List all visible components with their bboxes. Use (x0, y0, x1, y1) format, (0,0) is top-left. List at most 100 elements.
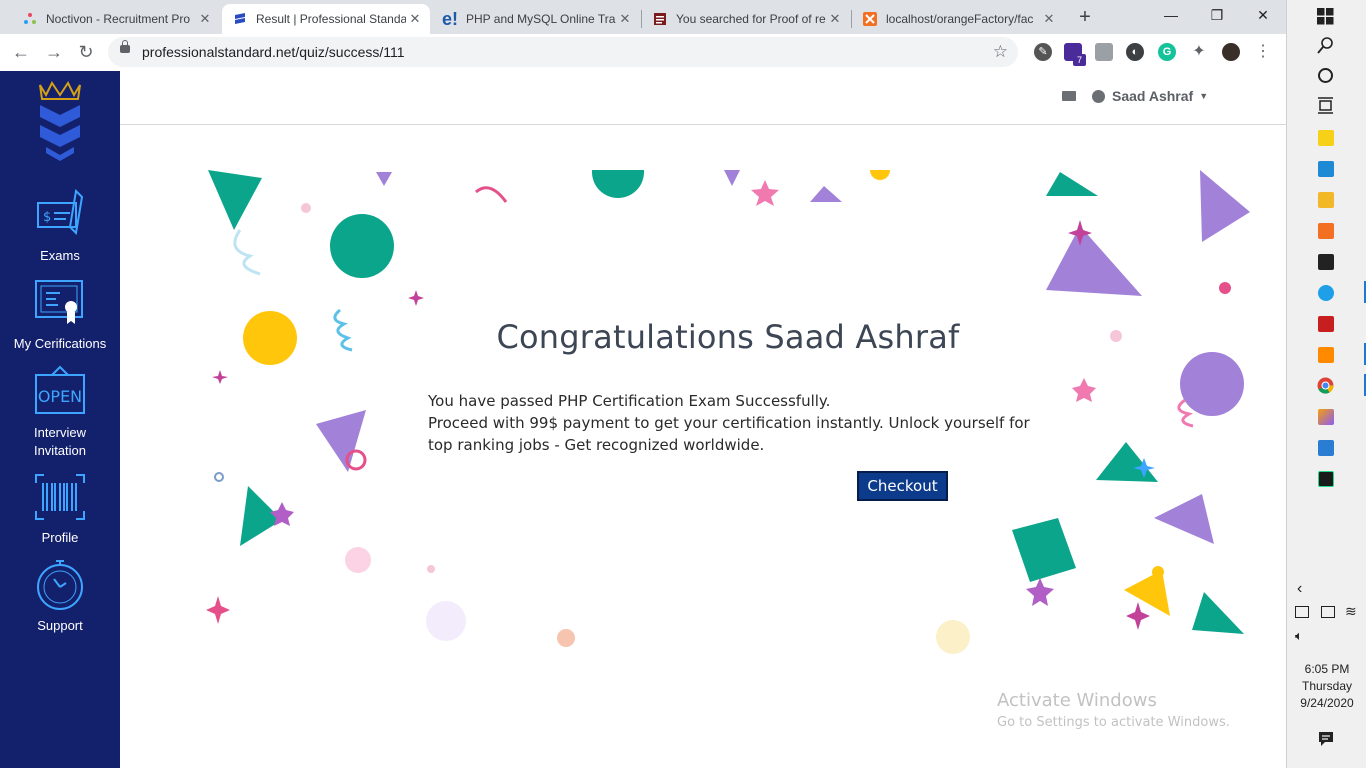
e-icon: e! (442, 8, 459, 29)
avatar[interactable] (1222, 43, 1240, 61)
skype-icon[interactable] (1318, 285, 1334, 301)
site-logo[interactable] (36, 81, 84, 161)
sidebar-item-support[interactable]: Support (0, 559, 120, 633)
close-window-button[interactable]: ✕ (1240, 0, 1286, 30)
user-name: Saad Ashraf (1112, 88, 1194, 104)
windows-start-icon[interactable] (1317, 8, 1334, 25)
pycharm-icon[interactable] (1318, 471, 1334, 487)
professional-standard-icon (232, 11, 248, 27)
file-explorer-icon[interactable] (1318, 192, 1334, 208)
result-message: You have passed PHP Certification Exam S… (428, 390, 1048, 456)
close-tab-icon[interactable]: ✕ (406, 11, 424, 27)
noctivon-icon (22, 11, 38, 27)
network-tray-icon[interactable] (1295, 606, 1309, 618)
sidebar-item-my-certifications[interactable]: My Cerifications (0, 277, 120, 351)
watermark-title: Activate Windows (997, 690, 1157, 711)
clock-day[interactable]: Thursday (1287, 678, 1366, 695)
grammarly-icon[interactable]: G (1158, 43, 1176, 61)
chrome-icon[interactable] (1317, 377, 1334, 394)
sidebar-item-label: Support (37, 618, 83, 633)
lock-icon (120, 40, 130, 53)
vscode-icon[interactable] (1318, 161, 1334, 177)
sidebar-item-interview-invitation[interactable]: OPEN Interview Invitation (0, 365, 120, 460)
caret-down-icon: ▼ (1199, 91, 1209, 101)
dark-mode-extension-icon[interactable]: ◐ (1126, 43, 1144, 61)
pass-message: You have passed PHP Certification Exam S… (428, 392, 831, 410)
tab-noctivon[interactable]: Noctivon - Recruitment Pro ✕ (12, 4, 220, 34)
close-tab-icon[interactable]: ✕ (616, 11, 634, 27)
browser-tab-strip: Noctivon - Recruitment Pro ✕ Result | Pr… (0, 0, 1286, 34)
activate-windows-watermark: Activate Windows Go to Settings to activ… (997, 690, 1230, 730)
volume-icon[interactable]: 🔈︎ (1295, 628, 1303, 644)
sticky-notes-icon[interactable] (1318, 130, 1334, 146)
cortana-icon[interactable] (1317, 67, 1334, 84)
tab-title: Result | Professional Standa (256, 12, 406, 26)
barcode-icon (35, 474, 85, 520)
camera-extension-icon[interactable] (1095, 43, 1113, 61)
chevron-left-icon[interactable]: ‹ (1297, 580, 1302, 598)
tab-localhost[interactable]: localhost/orangeFactory/fac ✕ (852, 4, 1064, 34)
app-icon[interactable] (1318, 409, 1334, 425)
url-text: professionalstandard.net/quiz/success/11… (142, 44, 405, 60)
notifications-icon[interactable] (1318, 731, 1334, 747)
battery-tray-icon[interactable] (1321, 606, 1335, 618)
task-view-icon[interactable] (1317, 97, 1334, 114)
open-sign-text: OPEN (38, 387, 82, 406)
tab-title: PHP and MySQL Online Trai (466, 12, 616, 26)
svg-text:$: $ (43, 210, 51, 225)
payment-message: Proceed with 99$ payment to get your cer… (428, 414, 1030, 454)
back-button[interactable]: ← (9, 40, 33, 64)
sidebar: $ Exams My Cerifications OPEN Interview … (0, 71, 120, 768)
color-picker-extension-icon[interactable]: ✎ (1034, 43, 1052, 61)
close-tab-icon[interactable]: ✕ (826, 11, 844, 27)
top-bar: Saad Ashraf ▼ (120, 71, 1286, 125)
extensions-puzzle-icon[interactable]: ✦ (1190, 43, 1208, 61)
tab-title: localhost/orangeFactory/fac (886, 12, 1034, 26)
menu-dots-icon[interactable]: ⋮ (1254, 43, 1272, 61)
mail-icon[interactable] (1062, 91, 1076, 101)
restore-button[interactable]: ❐ (1194, 0, 1240, 30)
checkout-button[interactable]: Checkout (857, 471, 948, 501)
tab-search[interactable]: You searched for Proof of re ✕ (642, 4, 850, 34)
sidebar-item-exams[interactable]: $ Exams (0, 188, 120, 263)
search-icon[interactable] (1317, 37, 1334, 54)
sidebar-item-label: Profile (41, 530, 79, 545)
tab-title: You searched for Proof of re (676, 12, 826, 26)
word-icon[interactable] (1318, 440, 1334, 456)
user-circle-icon (1092, 89, 1105, 103)
sublime-text-icon[interactable] (1318, 347, 1334, 363)
minimize-button[interactable]: — (1148, 0, 1194, 30)
reload-button[interactable]: ↻ (74, 40, 98, 64)
browser-toolbar: ← → ↻ professionalstandard.net/quiz/succ… (0, 34, 1286, 72)
new-tab-button[interactable]: + (1074, 6, 1096, 28)
clock-support-icon (37, 560, 83, 610)
page-title: Congratulations Saad Ashraf (496, 318, 960, 356)
watermark-subtitle: Go to Settings to activate Windows. (997, 715, 1230, 730)
clock-date[interactable]: 9/24/2020 (1287, 695, 1366, 712)
terminal-icon[interactable] (1318, 254, 1334, 270)
certificate-icon (35, 280, 83, 324)
wifi-icon[interactable]: ≋ (1345, 603, 1357, 620)
tab-title: Noctivon - Recruitment Pro (46, 12, 191, 26)
tab-result[interactable]: Result | Professional Standa ✕ (222, 4, 430, 34)
forward-button[interactable]: → (42, 40, 66, 64)
xampp-icon[interactable] (1318, 223, 1334, 239)
address-bar[interactable]: professionalstandard.net/quiz/success/11… (108, 37, 1018, 67)
open-sign-icon: OPEN (35, 365, 85, 414)
sidebar-item-label: Exams (40, 248, 80, 263)
exam-check-icon: $ (37, 188, 84, 236)
close-tab-icon[interactable]: ✕ (1040, 11, 1058, 27)
search-doc-icon (652, 11, 668, 27)
sidebar-item-label: My Cerifications (13, 336, 107, 351)
filezilla-icon[interactable] (1318, 316, 1334, 332)
sidebar-item-profile[interactable]: Profile (0, 471, 120, 545)
xampp-icon (862, 11, 878, 27)
sidebar-item-label: Interview Invitation (33, 425, 87, 458)
close-tab-icon[interactable]: ✕ (196, 11, 214, 27)
user-menu[interactable]: Saad Ashraf ▼ (1092, 88, 1208, 104)
clock-time[interactable]: 6:05 PM (1287, 661, 1366, 678)
extension-badge: 7 (1073, 54, 1086, 66)
windows-taskbar: ‹ ≋ 🔈︎ 6:05 PM Thursday 9/24/2020 (1286, 0, 1366, 768)
bookmark-star-icon[interactable]: ☆ (993, 42, 1008, 62)
tab-php-mysql[interactable]: e! PHP and MySQL Online Trai ✕ (432, 4, 640, 34)
